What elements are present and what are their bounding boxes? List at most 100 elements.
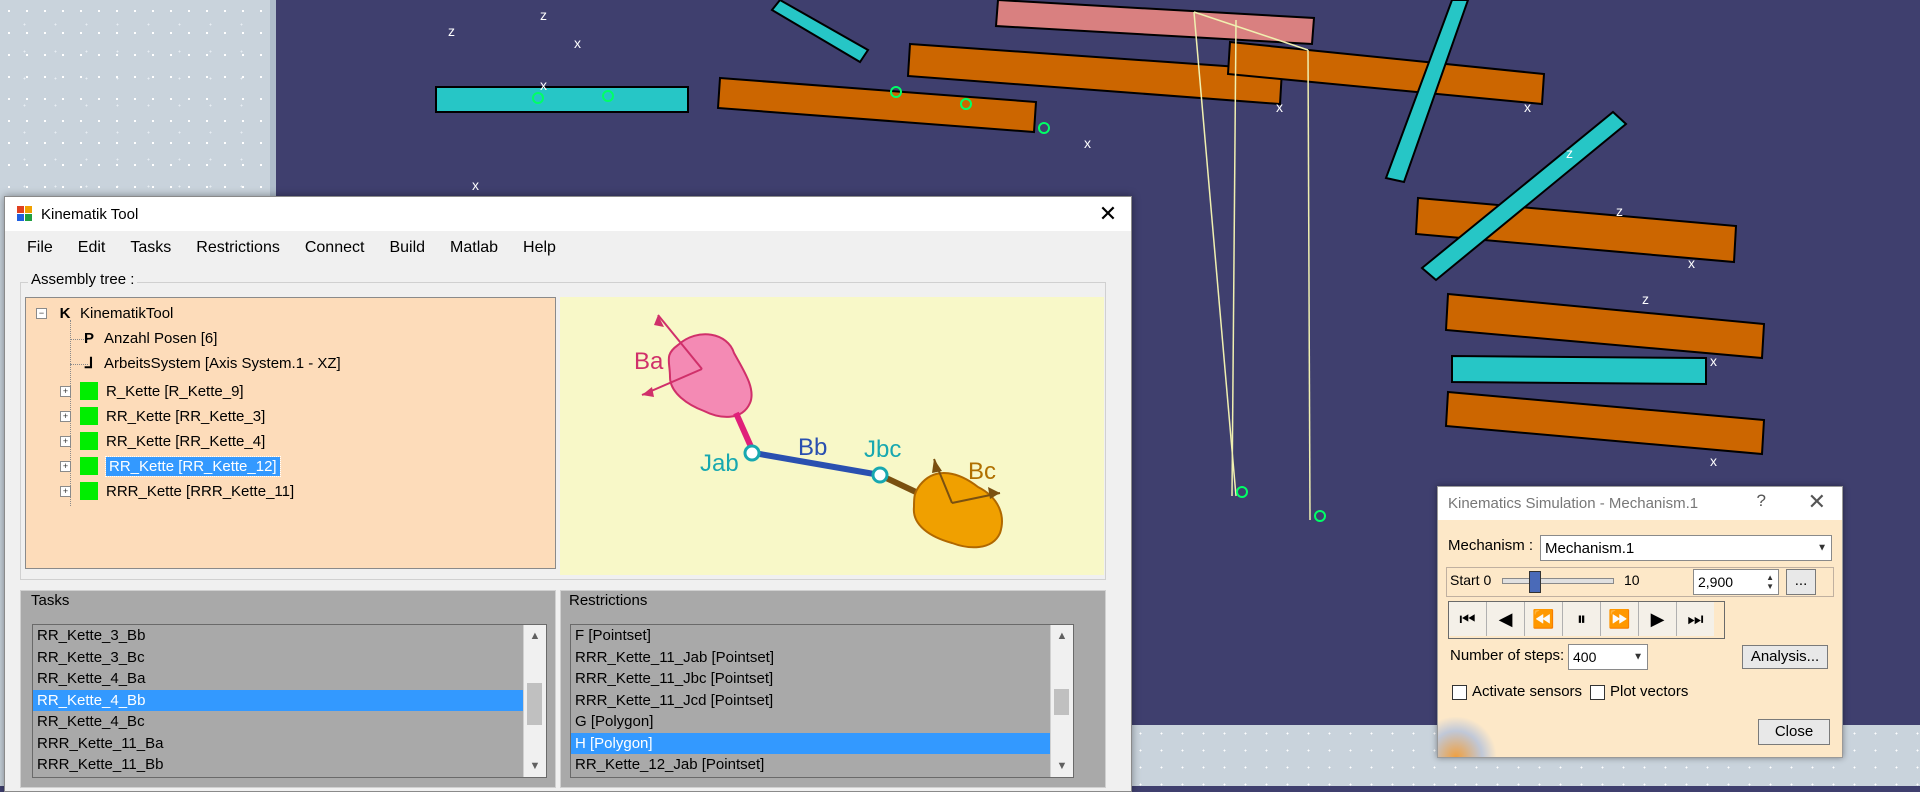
restrictions-list[interactable]: F [Pointset] RRR_Kette_11_Jab [Pointset]…	[570, 624, 1074, 778]
scroll-thumb[interactable]	[527, 683, 542, 725]
label-bb: Bb	[798, 434, 827, 461]
menu-tasks[interactable]: Tasks	[118, 239, 184, 257]
close-button[interactable]: Close	[1758, 719, 1830, 745]
list-item[interactable]: RRR_Kette_11_Bb	[33, 754, 546, 776]
help-icon[interactable]: ?	[1757, 491, 1766, 511]
tree-item-r-kette-9[interactable]: R_Kette [R_Kette_9]	[80, 379, 244, 403]
plot-vectors-checkbox[interactable]	[1590, 685, 1605, 700]
p-icon: P	[83, 329, 94, 347]
list-item[interactable]: RRR_Kette_11_Jcd [Pointset]	[571, 690, 1073, 712]
tree-item-anzahl-posen[interactable]: P Anzahl Posen [6]	[80, 326, 217, 350]
menu-matlab[interactable]: Matlab	[438, 239, 511, 257]
dialog-title-bar[interactable]: Kinematics Simulation - Mechanism.1 ? ✕	[1438, 487, 1842, 520]
scroll-up-icon[interactable]: ▲	[1051, 625, 1073, 647]
close-icon[interactable]: ✕	[1095, 201, 1121, 227]
list-item-selected[interactable]: H [Polygon]	[571, 732, 1073, 754]
pause-icon[interactable]: ⏸	[1563, 602, 1601, 636]
play-backward-icon[interactable]: ◀	[1487, 602, 1525, 636]
teal-link	[770, 0, 870, 64]
spinner-arrows-icon[interactable]: ▲ ▼	[1766, 573, 1774, 591]
jump-to-end-icon[interactable]: ⏭	[1677, 602, 1714, 636]
tasks-label: Tasks	[28, 592, 73, 609]
list-item-selected[interactable]: RR_Kette_4_Bb	[33, 689, 546, 711]
tree-item-rr-kette-12[interactable]: RR_Kette [RR_Kette_12]	[80, 454, 281, 478]
svg-text:x: x	[574, 35, 581, 51]
list-item[interactable]: RRR_Kette_11_Jbc [Pointset]	[571, 668, 1073, 690]
tree-item-arbeitssystem[interactable]: ⅃ ArbeitsSystem [Axis System.1 - XZ]	[80, 351, 341, 375]
step-forward-icon[interactable]: ⏩	[1601, 602, 1639, 636]
green-box-icon	[80, 382, 98, 400]
scroll-down-icon[interactable]: ▼	[524, 755, 546, 777]
steps-select[interactable]: 400 ▼	[1568, 644, 1648, 670]
pink-link	[994, 0, 1316, 46]
tree-item-root[interactable]: K KinematikTool	[56, 301, 174, 325]
analysis-button[interactable]: Analysis...	[1742, 645, 1828, 669]
menu-help[interactable]: Help	[511, 239, 569, 257]
list-item[interactable]: RRR_Kette_11_Jab [Pointset]	[571, 647, 1073, 669]
tasks-list[interactable]: RR_Kette_3_Bb RR_Kette_3_Bc RR_Kette_4_B…	[32, 624, 547, 778]
jump-to-start-icon[interactable]: ⏮	[1449, 602, 1487, 636]
expand-icon[interactable]: +	[60, 436, 71, 447]
play-forward-icon[interactable]: ▶	[1639, 602, 1677, 636]
more-button[interactable]: ...	[1786, 569, 1816, 595]
svg-text:x: x	[540, 77, 547, 93]
kinematics-simulation-dialog[interactable]: Kinematics Simulation - Mechanism.1 ? ✕ …	[1437, 486, 1843, 758]
menu-file[interactable]: File	[15, 239, 66, 257]
time-value-spinner[interactable]: 2,900 ▲ ▼	[1693, 569, 1779, 595]
label-ba: Ba	[634, 348, 664, 375]
tree-item-label: RRR_Kette [RRR_Kette_11]	[106, 482, 295, 500]
activate-sensors-checkbox[interactable]	[1452, 685, 1467, 700]
restrictions-scrollbar[interactable]: ▲ ▼	[1050, 625, 1073, 777]
assembly-tree[interactable]: − K KinematikTool P Anzahl Posen [6] ⅃ A…	[25, 297, 556, 569]
tree-item-rr-kette-3[interactable]: RR_Kette [RR_Kette_3]	[80, 404, 265, 428]
list-item[interactable]: RR_Kette_3_Bc	[33, 647, 546, 669]
green-box-icon	[80, 432, 98, 450]
tree-item-rrr-kette-11[interactable]: RRR_Kette [RRR_Kette_11]	[80, 479, 294, 503]
mechanism-select[interactable]: Mechanism.1 ▼	[1540, 535, 1832, 561]
expand-icon[interactable]: +	[60, 486, 71, 497]
tree-item-label: RR_Kette [RR_Kette_4]	[106, 432, 266, 450]
list-item[interactable]: RRR_Kette_11_Ba	[33, 733, 546, 755]
teal-link	[1420, 110, 1628, 282]
label-jbc: Jbc	[864, 436, 901, 463]
scroll-down-icon[interactable]: ▼	[1051, 755, 1073, 777]
tasks-scrollbar[interactable]: ▲ ▼	[523, 625, 546, 777]
list-item[interactable]: G [Polygon]	[571, 711, 1073, 733]
tree-item-rr-kette-4[interactable]: RR_Kette [RR_Kette_4]	[80, 429, 265, 453]
tree-item-label: RR_Kette [RR_Kette_3]	[106, 407, 266, 425]
svg-text:x: x	[1710, 453, 1717, 469]
time-slider-track[interactable]	[1502, 578, 1614, 584]
svg-text:x: x	[1524, 99, 1531, 115]
svg-text:z: z	[448, 23, 455, 39]
menu-connect[interactable]: Connect	[293, 239, 378, 257]
app-icon	[17, 206, 33, 222]
expand-icon[interactable]: +	[60, 386, 71, 397]
steps-value: 400	[1573, 649, 1597, 665]
teal-link	[435, 86, 689, 113]
list-item[interactable]: RR_Kette_4_Bc	[33, 711, 546, 733]
svg-text:z: z	[1566, 145, 1573, 161]
green-box-icon	[80, 407, 98, 425]
restrictions-label: Restrictions	[566, 592, 651, 609]
expand-icon[interactable]: +	[60, 411, 71, 422]
title-bar[interactable]: Kinematik Tool ✕	[5, 197, 1131, 231]
catia-logo-decoration	[1438, 717, 1498, 757]
time-slider-thumb[interactable]	[1528, 571, 1541, 593]
collapse-icon[interactable]: −	[36, 308, 47, 319]
menu-edit[interactable]: Edit	[66, 239, 119, 257]
chevron-down-icon: ▼	[1633, 651, 1643, 663]
expand-icon[interactable]: +	[60, 461, 71, 472]
axis-icon: ⅃	[84, 355, 94, 372]
list-item[interactable]: RR_Kette_12_Jab [Pointset]	[571, 754, 1073, 776]
mechanism-illustration: Ba Jab Bb Jbc Bc	[634, 314, 1003, 549]
svg-text:x: x	[1276, 99, 1283, 115]
menu-restrictions[interactable]: Restrictions	[184, 239, 293, 257]
close-icon[interactable]: ✕	[1808, 489, 1826, 515]
step-backward-icon[interactable]: ⏪	[1525, 602, 1563, 636]
list-item[interactable]: RR_Kette_3_Bb	[33, 625, 546, 647]
list-item[interactable]: RR_Kette_4_Ba	[33, 668, 546, 690]
scroll-thumb[interactable]	[1054, 689, 1069, 715]
list-item[interactable]: F [Pointset]	[571, 625, 1073, 647]
scroll-up-icon[interactable]: ▲	[524, 625, 546, 647]
menu-build[interactable]: Build	[377, 239, 438, 257]
